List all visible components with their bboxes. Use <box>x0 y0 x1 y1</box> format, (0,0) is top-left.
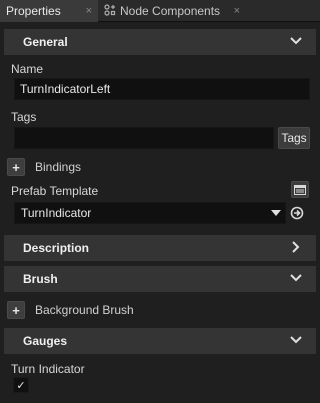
chevron-down-icon[interactable] <box>290 332 302 348</box>
add-background-brush-button[interactable]: + <box>7 301 25 319</box>
name-label: Name <box>11 62 44 76</box>
tab-node-components[interactable]: Node Components × <box>98 0 246 22</box>
tags-label: Tags <box>11 110 37 124</box>
chevron-down-icon[interactable] <box>290 33 302 49</box>
section-gauges[interactable]: Gauges <box>4 328 316 354</box>
prefab-template-dropdown[interactable]: TurnIndicator <box>14 202 286 224</box>
section-general[interactable]: General <box>4 29 316 55</box>
components-icon <box>104 3 116 19</box>
prefab-template-value: TurnIndicator <box>21 206 92 220</box>
tab-properties[interactable]: Properties × <box>0 0 98 22</box>
goto-arrow-icon[interactable] <box>290 206 304 220</box>
name-field[interactable] <box>14 78 310 100</box>
tab-bar: Properties × Node Components × <box>0 0 320 22</box>
tab-properties-label: Properties <box>6 4 61 18</box>
section-description-title: Description <box>23 241 90 255</box>
chevron-down-icon[interactable] <box>290 270 302 286</box>
background-brush-label: Background Brush <box>35 303 134 317</box>
tags-field[interactable] <box>14 127 274 149</box>
checkmark-icon: ✓ <box>16 379 26 392</box>
section-description[interactable]: Description <box>4 235 316 261</box>
add-bindings-button[interactable]: + <box>7 158 25 176</box>
chevron-right-icon[interactable] <box>290 239 302 255</box>
tags-button[interactable]: Tags <box>278 127 310 149</box>
prefab-edit-button[interactable] <box>291 181 309 198</box>
tab-node-components-label: Node Components <box>120 4 221 18</box>
turn-indicator-checkbox[interactable]: ✓ <box>13 377 29 393</box>
close-icon[interactable]: × <box>86 5 92 17</box>
section-brush-title: Brush <box>23 272 58 286</box>
window-icon <box>294 184 306 195</box>
dropdown-caret-icon <box>271 210 281 216</box>
section-general-title: General <box>23 35 68 49</box>
bindings-label: Bindings <box>35 160 82 174</box>
turn-indicator-label: Turn Indicator <box>11 362 85 376</box>
plus-icon: + <box>12 302 20 318</box>
close-icon[interactable]: × <box>234 5 240 17</box>
prefab-template-label: Prefab Template <box>11 184 99 198</box>
plus-icon: + <box>12 159 20 175</box>
section-gauges-title: Gauges <box>23 334 68 348</box>
section-brush[interactable]: Brush <box>4 266 316 292</box>
